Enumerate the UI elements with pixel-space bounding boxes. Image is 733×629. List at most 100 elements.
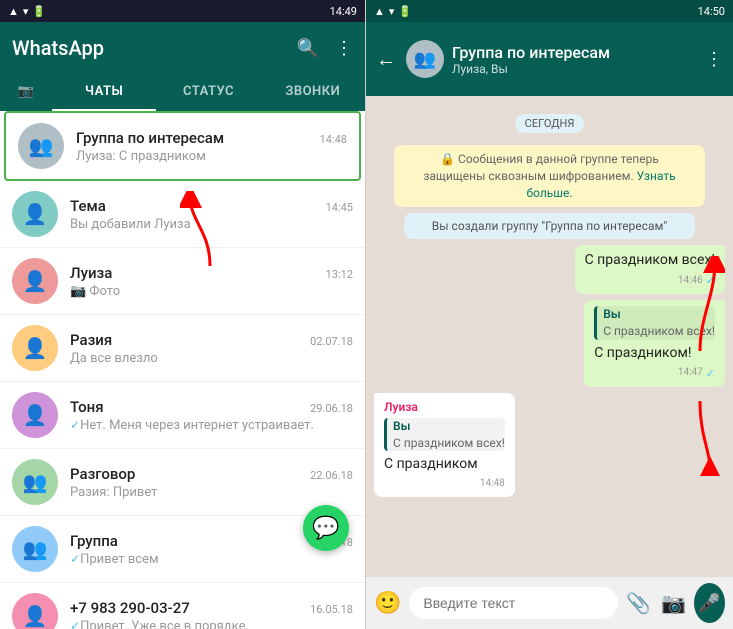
bubble-time-sent-2: 14:47 [678, 366, 703, 380]
chat-header-icons: ⋮ [705, 49, 723, 70]
compose-fab[interactable]: 💬 [303, 505, 349, 551]
chat-preview-2: Вы добавили Луиза [70, 217, 353, 232]
app-title: WhatsApp [12, 36, 104, 60]
chat-item-2[interactable]: 👤 Тема 14:45 Вы добавили Луиза [0, 181, 365, 248]
chat-preview-3: 📷 Фото [70, 284, 353, 299]
bubble-tick-sent-1: ✓ [706, 273, 715, 288]
tab-calls[interactable]: ЗВОНКИ [261, 74, 365, 109]
chat-name-4: Разия [70, 331, 112, 349]
chat-time-5: 29.06.18 [310, 402, 353, 415]
chat-preview-4: Да все влезло [70, 351, 353, 366]
chat-name-row-4: Разия 02.07.18 [70, 331, 353, 349]
chat-preview-8: ✓Привет. Уже все в порядке. [70, 619, 353, 629]
quote-received-1: Вы С праздником всех! [384, 418, 505, 452]
chat-time-8: 16.05.18 [310, 603, 353, 616]
back-button[interactable]: ← [376, 47, 396, 72]
tabs-bar: 📷 ЧАТЫ СТАТУС ЗВОНКИ [0, 74, 365, 111]
messages-area: СЕГОДНЯ 🔒 Сообщения в данной группе тепе… [366, 96, 733, 577]
more-icon[interactable]: ⋮ [705, 49, 723, 70]
quoted-text-r1: С праздником всех! [393, 435, 505, 452]
bubble-sent-1: С праздником всех! 14:46 ✓ [575, 245, 725, 294]
chat-time-6: 22.06.18 [310, 469, 353, 482]
bubble-text-sent-2: С праздником! [594, 345, 691, 361]
bubble-sent-2: Вы С праздником всех! С праздником! 14:4… [584, 300, 725, 387]
chat-name-7: Группа [70, 532, 118, 550]
left-panel: ▲ ▾ 🔋 14:49 WhatsApp 🔍 ⋮ 📷 ЧАТЫ СТАТУС З… [0, 0, 366, 629]
attachment-icon[interactable]: 📎 [626, 591, 651, 615]
left-top-bar: WhatsApp 🔍 ⋮ [0, 22, 365, 74]
bubble-tick-sent-2: ✓ [706, 366, 715, 381]
avatar-6: 👥 [12, 459, 58, 505]
chat-name-row-8: +7 983 290-03-27 16.05.18 [70, 599, 353, 617]
chat-preview-7: ✓Привет всем [70, 552, 353, 567]
chat-name-row-2: Тема 14:45 [70, 197, 353, 215]
avatar-1: 👥 [18, 123, 64, 169]
msg-sent-1: С праздником всех! 14:46 ✓ [374, 245, 725, 294]
avatar-7: 👥 [12, 526, 58, 572]
chat-info-8: +7 983 290-03-27 16.05.18 ✓Привет. Уже в… [70, 599, 353, 629]
chat-info-5: Тоня 29.06.18 ✓Нет. Меня через интернет … [70, 398, 353, 433]
status-bar-left: ▲ ▾ 🔋 [8, 5, 46, 18]
system-msg-security: 🔒 Сообщения в данной группе теперь защищ… [394, 145, 705, 207]
system-msg-created: Вы создали группу "Группа по интересам" [404, 213, 695, 239]
status-bar-right: 14:49 [330, 5, 357, 18]
chat-time-4: 02.07.18 [310, 335, 353, 348]
right-status-right: 14:50 [698, 5, 725, 18]
right-battery-icon: 🔋 [398, 5, 412, 18]
avatar-5: 👤 [12, 392, 58, 438]
chat-preview-1: Луиза: С праздником [76, 149, 347, 164]
chat-preview-6: Разия: Привет [70, 485, 353, 500]
emoji-button[interactable]: 🙂 [374, 591, 401, 616]
right-panel: ▲ ▾ 🔋 14:50 ← 👥 Группа по интересам Луиз… [366, 0, 733, 629]
avatar-4: 👤 [12, 325, 58, 371]
search-icon[interactable]: 🔍 [297, 38, 319, 59]
right-wifi-icon: ▾ [389, 5, 395, 18]
chat-info-3: Луиза 13:12 📷 Фото [70, 264, 353, 299]
bubble-footer-sent-1: 14:46 ✓ [585, 273, 715, 288]
chat-name-1: Группа по интересам [76, 129, 224, 147]
bubble-footer-sent-2: 14:47 ✓ [594, 366, 715, 381]
left-status-bar: ▲ ▾ 🔋 14:49 [0, 0, 365, 22]
battery-icon: 🔋 [32, 5, 46, 18]
bubble-text-sent-1: С праздником всех! [585, 252, 715, 268]
bubble-received-1: Луиза Вы С праздником всех! С праздником… [374, 393, 515, 497]
chat-name-2: Тема [70, 197, 106, 215]
quoted-author-r1: Вы [393, 418, 505, 435]
chat-preview-5: ✓Нет. Меня через интернет устраивает. [70, 418, 353, 433]
chat-info-2: Тема 14:45 Вы добавили Луиза [70, 197, 353, 232]
bubble-time-received-1: 14:48 [480, 477, 505, 491]
chat-name-row-6: Разговор 22.06.18 [70, 465, 353, 483]
chat-header-info: Группа по интересам Луиза, Вы [452, 43, 697, 76]
tab-status[interactable]: СТАТУС [156, 74, 260, 109]
chat-info-6: Разговор 22.06.18 Разия: Привет [70, 465, 353, 500]
learn-more-link[interactable]: Узнать больше. [526, 169, 675, 200]
mic-button[interactable]: 🎤 [694, 583, 725, 623]
chat-time-1: 14:48 [320, 133, 347, 146]
date-label: СЕГОДНЯ [374, 112, 725, 133]
wifi-icon: ▾ [23, 5, 29, 18]
chat-top-bar: ← 👥 Группа по интересам Луиза, Вы ⋮ [366, 22, 733, 96]
bubble-text-received-1: С праздником [384, 456, 478, 472]
tab-chats[interactable]: ЧАТЫ [52, 74, 156, 109]
chat-item-3[interactable]: 👤 Луиза 13:12 📷 Фото [0, 248, 365, 315]
chat-item-8[interactable]: 👤 +7 983 290-03-27 16.05.18 ✓Привет. Уже… [0, 583, 365, 629]
chat-name-6: Разговор [70, 465, 135, 483]
message-input[interactable] [409, 587, 618, 619]
camera-icon: 📷 [18, 84, 35, 99]
top-bar-icons: 🔍 ⋮ [297, 38, 353, 59]
tab-camera[interactable]: 📷 [0, 74, 52, 109]
menu-icon[interactable]: ⋮ [335, 38, 353, 59]
chat-item-4[interactable]: 👤 Разия 02.07.18 Да все влезло [0, 315, 365, 382]
avatar-2: 👤 [12, 191, 58, 237]
chat-item-6[interactable]: 👥 Разговор 22.06.18 Разия: Привет [0, 449, 365, 516]
camera-icon-input[interactable]: 📷 [661, 591, 686, 615]
chat-info-4: Разия 02.07.18 Да все влезло [70, 331, 353, 366]
chat-name-row-1: Группа по интересам 14:48 [76, 129, 347, 147]
avatar-8: 👤 [12, 593, 58, 629]
group-name: Группа по интересам [452, 43, 697, 62]
chat-item-1[interactable]: 👥 Группа по интересам 14:48 Луиза: С пра… [4, 111, 361, 181]
chat-item-5[interactable]: 👤 Тоня 29.06.18 ✓Нет. Меня через интерне… [0, 382, 365, 449]
chat-name-5: Тоня [70, 398, 104, 416]
chat-name-row-3: Луиза 13:12 [70, 264, 353, 282]
chat-name-3: Луиза [70, 264, 112, 282]
